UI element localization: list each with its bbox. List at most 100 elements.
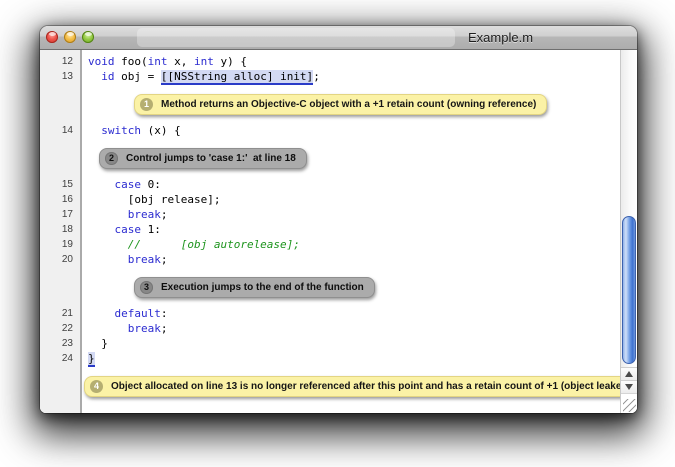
code-line: 20 break; [40,252,620,267]
plain-token: foo( [115,55,148,68]
code-line: 21 default: [40,306,620,321]
plain-token: obj = [115,70,161,83]
code-text: break; [88,252,620,267]
code-cell: case 1: [82,222,620,237]
code-cell: break; [82,252,620,267]
annotation-bubble-1: 1Method returns an Objective-C object wi… [134,94,547,115]
code-cell: // [obj autorelease]; [82,237,620,252]
annotation-text: Object allocated on line 13 is no longer… [111,381,620,392]
code-text: // [obj autorelease]; [88,237,620,252]
annotation-row: 4Object allocated on line 13 is no longe… [40,366,620,405]
plain-token [88,253,128,266]
plain-token [88,322,128,335]
annotation-bubble-2: 2 Control jumps to 'case 1:' at line 18 [99,148,307,169]
code-cell: void foo(int x, int y) { [82,54,620,69]
line-number-gutter: 14 [40,123,82,138]
scrollbar-track[interactable] [621,50,637,367]
code-text: void foo(int x, int y) { [88,54,620,69]
code-line: 17 break; [40,207,620,222]
plain-token: 1: [141,223,161,236]
window-titlebar[interactable]: Example.m [40,26,637,50]
keyword-token: break [128,208,161,221]
line-number-gutter: 18 [40,222,82,237]
close-button[interactable] [46,31,58,43]
code-text: default: [88,306,620,321]
code-text: case 0: [88,177,620,192]
vertical-scrollbar[interactable] [620,50,637,413]
minimize-button[interactable] [64,31,76,43]
keyword-token: void [88,55,115,68]
line-number-gutter: 17 [40,207,82,222]
analyzer-highlight: } [88,352,95,367]
scrollbar-corner [621,393,637,413]
line-number-gutter: 24 [40,351,82,366]
line-number-gutter: 19 [40,237,82,252]
titlebar-field [137,28,455,47]
keyword-token: id [101,70,114,83]
line-number-gutter: 13 [40,69,82,84]
plain-token: (x) { [141,124,181,137]
keyword-token: int [148,55,168,68]
scrollbar-thumb[interactable] [622,216,636,364]
code-line: 19 // [obj autorelease]; [40,237,620,252]
line-number-gutter [40,84,82,123]
annotation-text: Control jumps to 'case 1:' at line 18 [126,153,296,164]
plain-token: ; [161,322,168,335]
plain-token: : [161,307,168,320]
code-line: 24} [40,351,620,366]
plain-token [88,223,115,236]
scroll-up-button[interactable] [621,367,637,380]
plain-token [88,208,128,221]
code-rows: 1112void foo(int x, int y) {13 id obj = … [40,50,620,413]
annotation-row: 1Method returns an Objective-C object wi… [40,84,620,123]
code-line: 14 switch (x) { [40,123,620,138]
annotation-step-badge: 1 [140,98,153,111]
keyword-token: case [115,223,142,236]
code-text: } [88,351,620,366]
annotation-row: 2 Control jumps to 'case 1:' at line 18 [40,138,620,177]
plain-token [88,178,115,191]
line-number-gutter [40,138,82,177]
keyword-token: break [128,322,161,335]
keyword-token: default [115,307,161,320]
line-number-gutter [40,405,82,413]
code-cell: } [82,351,620,366]
code-cell: switch (x) { [82,123,620,138]
code-cell: break; [82,207,620,222]
line-number-gutter: 22 [40,321,82,336]
code-line: 12void foo(int x, int y) { [40,54,620,69]
line-number-gutter: 16 [40,192,82,207]
line-number-gutter: 20 [40,252,82,267]
plain-token [88,70,101,83]
code-cell: id obj = [[NSString alloc] init]; [82,69,620,84]
plain-token: y) { [214,55,247,68]
plain-token: ; [161,208,168,221]
code-line: 16 [obj release]; [40,192,620,207]
plain-token: 0: [141,178,161,191]
annotation-step-badge: 2 [105,152,118,165]
code-line: 23 } [40,336,620,351]
line-number-gutter [40,366,82,405]
code-cell: 3Execution jumps to the end of the funct… [82,267,620,306]
zoom-button[interactable] [82,31,94,43]
plain-token [88,307,115,320]
arrow-up-icon [625,371,633,377]
keyword-token: case [115,178,142,191]
code-text: switch (x) { [88,123,620,138]
annotation-bubble-3: 3Execution jumps to the end of the funct… [134,277,375,298]
annotation-row: 3Execution jumps to the end of the funct… [40,267,620,306]
window: Example.m 1112void foo(int x, int y) {13… [40,26,637,413]
code-line: 18 case 1: [40,222,620,237]
plain-token: ; [161,253,168,266]
arrow-down-icon [625,384,633,390]
scroll-down-button[interactable] [621,380,637,393]
code-line: 22 break; [40,321,620,336]
code-cell: 2 Control jumps to 'case 1:' at line 18 [82,138,620,177]
code-cell [82,405,620,413]
resize-grip-icon[interactable] [623,399,636,412]
editor-content: 1112void foo(int x, int y) {13 id obj = … [40,50,637,413]
line-number-gutter [40,267,82,306]
code-cell: [obj release]; [82,192,620,207]
annotation-text: Execution jumps to the end of the functi… [161,282,364,293]
comment-token: // [obj autorelease]; [88,238,300,251]
